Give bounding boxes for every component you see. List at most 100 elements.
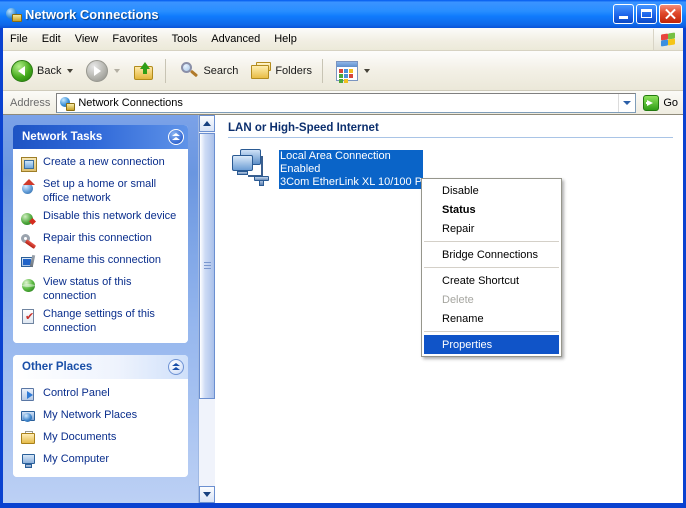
connection-status: Enabled bbox=[279, 163, 424, 176]
forward-dropdown-icon[interactable] bbox=[114, 68, 121, 73]
context-menu-item-bridge-connections[interactable]: Bridge Connections bbox=[422, 245, 561, 264]
place-my-computer[interactable]: My Computer bbox=[21, 452, 184, 469]
chevron-up-circle-icon[interactable] bbox=[168, 129, 184, 145]
menu-bar: File Edit View Favorites Tools Advanced … bbox=[3, 28, 683, 51]
context-menu: Disable Status Repair Bridge Connections… bbox=[421, 178, 562, 357]
folder-icon bbox=[251, 61, 272, 80]
panel-other-places-body: Control Panel My Network Places My Docum… bbox=[13, 379, 188, 477]
client-area: Network Tasks Create a new connection Se… bbox=[3, 115, 683, 503]
task-rename-connection[interactable]: Rename this connection bbox=[21, 254, 184, 271]
menu-edit[interactable]: Edit bbox=[35, 30, 68, 48]
settings-page-icon: ✔ bbox=[21, 309, 37, 325]
place-label: My Network Places bbox=[43, 409, 138, 421]
task-label: Set up a home or small office network bbox=[43, 178, 157, 204]
folders-button[interactable]: Folders bbox=[246, 56, 317, 86]
close-button[interactable] bbox=[659, 4, 682, 24]
window-frame-left bbox=[0, 28, 3, 508]
task-change-settings[interactable]: ✔ Change settings of this connection bbox=[21, 308, 184, 335]
menu-favorites[interactable]: Favorites bbox=[105, 30, 164, 48]
content-pane: LAN or High-Speed Internet Local Area Co… bbox=[216, 115, 683, 503]
network-connections-window: Network Connections File Edit View Favor… bbox=[0, 0, 686, 508]
chevron-up-circle-icon[interactable] bbox=[168, 359, 184, 375]
up-one-level-icon bbox=[133, 61, 155, 81]
back-button[interactable]: Back bbox=[6, 56, 78, 86]
task-view-status[interactable]: View status of this connection bbox=[21, 276, 184, 303]
place-label: Control Panel bbox=[43, 387, 110, 399]
place-my-network-places[interactable]: My Network Places bbox=[21, 408, 184, 425]
maximize-button[interactable] bbox=[636, 4, 657, 24]
context-menu-item-disable[interactable]: Disable bbox=[422, 181, 561, 200]
task-label: Rename this connection bbox=[43, 254, 162, 266]
context-menu-item-rename[interactable]: Rename bbox=[422, 309, 561, 328]
forward-button[interactable] bbox=[81, 56, 125, 86]
context-menu-separator bbox=[424, 241, 559, 242]
address-value: Network Connections bbox=[78, 96, 183, 109]
context-menu-item-create-shortcut[interactable]: Create Shortcut bbox=[422, 271, 561, 290]
menu-help[interactable]: Help bbox=[267, 30, 304, 48]
context-menu-separator bbox=[424, 267, 559, 268]
lan-connection-icon bbox=[230, 147, 274, 189]
place-my-documents[interactable]: My Documents bbox=[21, 430, 184, 447]
place-label: My Computer bbox=[43, 453, 110, 465]
task-label: Repair this connection bbox=[43, 232, 152, 244]
go-button[interactable]: Go bbox=[640, 92, 683, 114]
address-input[interactable]: Network Connections bbox=[56, 92, 637, 113]
connection-device: 3Com EtherLink XL 10/100 P bbox=[279, 176, 424, 189]
place-control-panel[interactable]: Control Panel bbox=[21, 386, 184, 403]
disable-device-icon bbox=[21, 211, 37, 227]
go-arrow-icon bbox=[643, 94, 660, 111]
context-menu-separator bbox=[424, 331, 559, 332]
context-menu-item-properties[interactable]: Properties bbox=[424, 335, 559, 354]
menu-view[interactable]: View bbox=[68, 30, 106, 48]
task-label: Change settings of this connection bbox=[43, 308, 155, 334]
scroll-down-icon[interactable] bbox=[199, 486, 215, 503]
task-label: View status of this connection bbox=[43, 276, 132, 302]
toolbar: Back Search Folders bbox=[3, 51, 683, 91]
menu-tools[interactable]: Tools bbox=[165, 30, 205, 48]
panel-network-tasks: Network Tasks Create a new connection Se… bbox=[13, 125, 188, 343]
minimize-button[interactable] bbox=[613, 4, 634, 24]
menu-advanced[interactable]: Advanced bbox=[204, 30, 267, 48]
sidebar-scrollbar[interactable] bbox=[198, 115, 215, 503]
task-label: Create a new connection bbox=[43, 156, 165, 168]
my-computer-icon bbox=[21, 453, 37, 469]
address-label: Address bbox=[10, 96, 51, 109]
panel-network-tasks-body: Create a new connection Set up a home or… bbox=[13, 149, 188, 343]
group-header-lan: LAN or High-Speed Internet bbox=[228, 122, 673, 138]
chevron-down-icon[interactable] bbox=[618, 93, 635, 112]
context-menu-item-repair[interactable]: Repair bbox=[422, 219, 561, 238]
toolbar-separator-2 bbox=[322, 58, 324, 83]
menu-file[interactable]: File bbox=[3, 30, 35, 48]
scroll-up-icon[interactable] bbox=[199, 115, 215, 132]
connection-text: Local Area Connection Enabled 3Com Ether… bbox=[279, 147, 424, 189]
panel-network-tasks-header[interactable]: Network Tasks bbox=[13, 125, 188, 149]
forward-arrow-icon bbox=[86, 59, 109, 82]
scrollbar-thumb[interactable] bbox=[199, 133, 215, 399]
title-bar: Network Connections bbox=[0, 0, 686, 29]
new-connection-icon bbox=[21, 157, 37, 173]
search-label: Search bbox=[203, 64, 239, 77]
task-disable-network-device[interactable]: Disable this network device bbox=[21, 210, 184, 227]
task-pane: Network Tasks Create a new connection Se… bbox=[3, 115, 198, 503]
views-dropdown-icon[interactable] bbox=[364, 68, 371, 73]
repair-icon bbox=[21, 233, 37, 249]
place-label: My Documents bbox=[43, 431, 117, 443]
panel-other-places: Other Places Control Panel My Network Pl… bbox=[13, 355, 188, 477]
window-controls bbox=[611, 4, 682, 24]
panel-other-places-header[interactable]: Other Places bbox=[13, 355, 188, 379]
connection-item-local-area-connection[interactable]: Local Area Connection Enabled 3Com Ether… bbox=[230, 147, 424, 189]
home-network-icon bbox=[21, 179, 37, 195]
search-button[interactable]: Search bbox=[174, 56, 243, 86]
views-button[interactable] bbox=[331, 56, 375, 86]
back-dropdown-icon[interactable] bbox=[67, 68, 74, 73]
context-menu-item-status[interactable]: Status bbox=[422, 200, 561, 219]
magnifier-icon bbox=[179, 61, 199, 81]
task-repair-connection[interactable]: Repair this connection bbox=[21, 232, 184, 249]
window-title: Network Connections bbox=[25, 6, 159, 22]
up-button[interactable] bbox=[128, 56, 160, 86]
task-create-new-connection[interactable]: Create a new connection bbox=[21, 156, 184, 173]
my-documents-icon bbox=[21, 431, 37, 447]
window-frame-bottom bbox=[0, 503, 686, 508]
network-globe-icon bbox=[5, 6, 22, 22]
task-setup-home-network[interactable]: Set up a home or small office network bbox=[21, 178, 184, 205]
